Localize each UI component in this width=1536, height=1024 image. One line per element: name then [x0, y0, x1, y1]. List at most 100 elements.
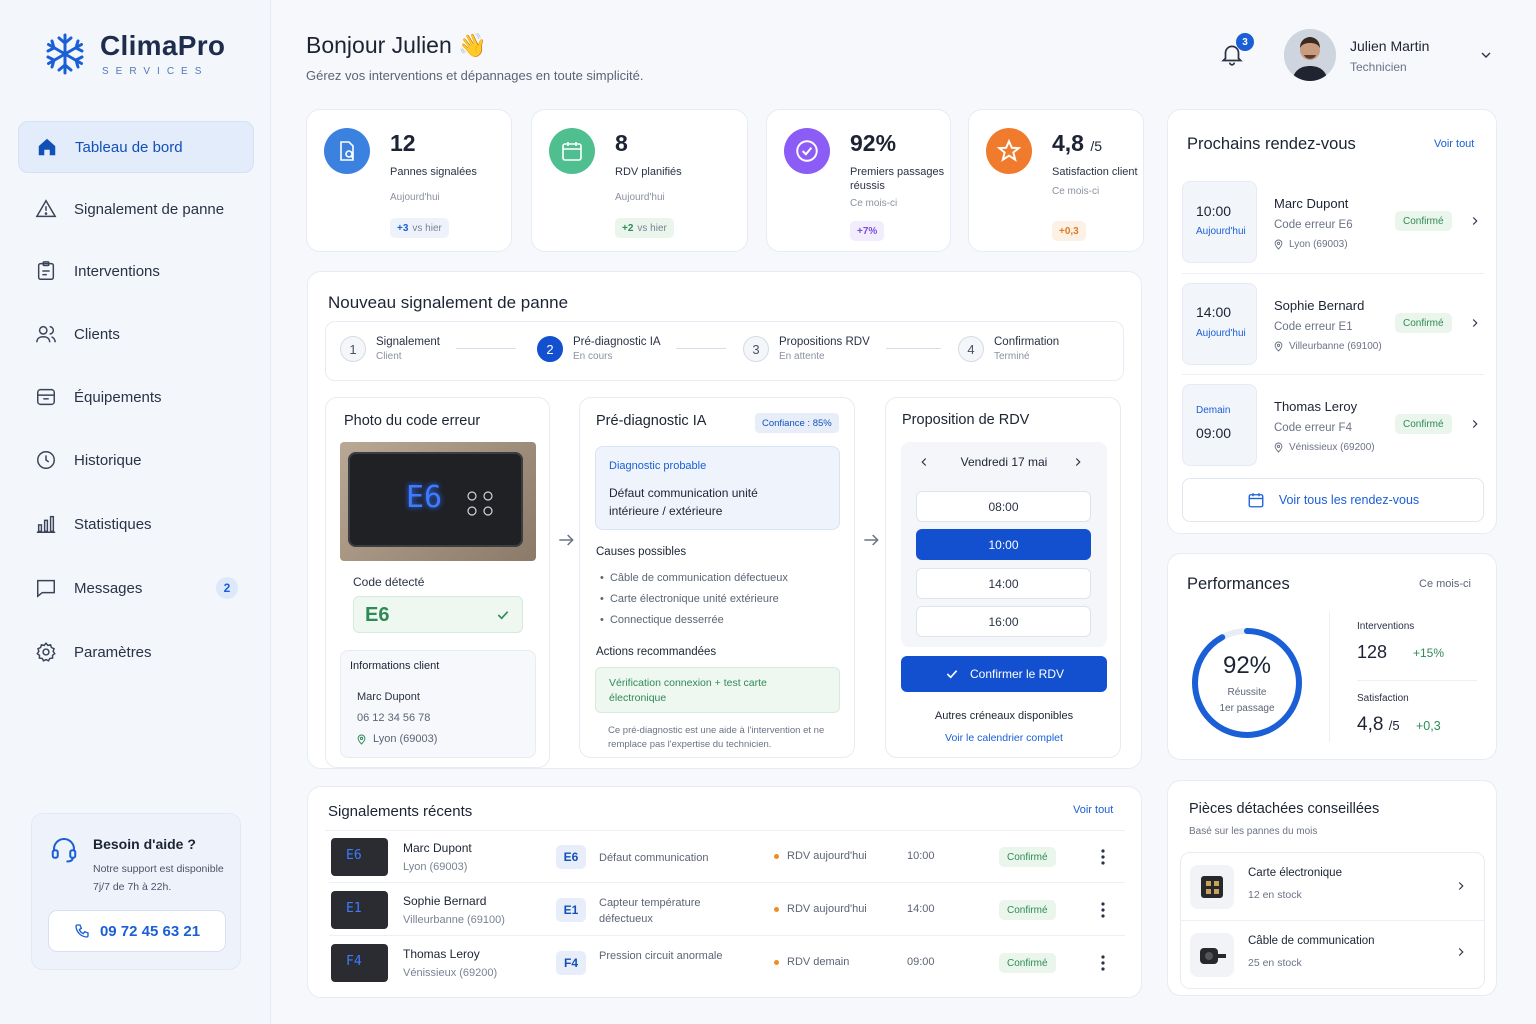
step-status: En attente: [779, 351, 825, 362]
appointment-time-box: Demain 09:00: [1182, 384, 1257, 466]
causes-title: Causes possibles: [596, 546, 687, 558]
divider: [1182, 374, 1484, 375]
sidebar-item-messages[interactable]: Messages 2: [18, 562, 254, 614]
greeting-subtitle: Gérez vos interventions et dépannages en…: [306, 68, 644, 83]
performance-period: Ce mois-ci: [1419, 578, 1471, 590]
upcoming-see-all-link[interactable]: Voir tout: [1434, 138, 1474, 150]
more-options-icon[interactable]: [1095, 900, 1111, 920]
step-2[interactable]: 2 Pré-diagnostic IA En cours: [537, 334, 661, 362]
probable-text: Défaut communication unité intérieure / …: [609, 486, 758, 518]
help-text: Notre support est disponible 7j/7 de 7h …: [93, 863, 224, 893]
error-code-photo[interactable]: E6: [340, 442, 536, 561]
location-pin-icon: [1274, 341, 1283, 352]
part-item[interactable]: Câble de communication 25 en stock: [1182, 921, 1484, 987]
step-4[interactable]: 4 Confirmation Terminé: [958, 334, 1059, 362]
notifications-button[interactable]: 3: [1219, 33, 1254, 67]
ring-value: 92%: [1222, 652, 1272, 679]
support-phone-button[interactable]: 09 72 45 63 21: [48, 910, 226, 952]
appointment-client: Sophie Bernard: [1274, 298, 1365, 313]
chevron-right-icon[interactable]: [1071, 455, 1085, 469]
stat-period: Ce mois-ci: [1052, 186, 1100, 197]
causes-list: • Câble de communication défectueux • Ca…: [600, 568, 788, 631]
phone-icon: [74, 923, 90, 939]
more-options-icon[interactable]: [1095, 847, 1111, 867]
step-3[interactable]: 3 Propositions RDV En attente: [743, 334, 870, 362]
row-client-city: Vénissieux (69200): [403, 967, 498, 979]
table-row[interactable]: F4 Thomas Leroy Vénissieux (69200) F4 Pr…: [329, 937, 1125, 989]
status-badge: Confirmé: [1395, 211, 1452, 231]
row-description: Défaut communication: [599, 852, 709, 864]
panel-buttons-icon: [465, 490, 495, 518]
sidebar-item-statistics[interactable]: Statistiques: [18, 498, 254, 550]
client-phone: 06 12 34 56 78: [357, 712, 431, 724]
appointment-day: Aujourd'hui: [1196, 328, 1246, 339]
appointment-item[interactable]: 14:00 Aujourd'hui Sophie Bernard Code err…: [1182, 283, 1482, 365]
ring-sublabel: 1er passage: [1219, 703, 1275, 714]
chevron-down-icon[interactable]: [1478, 47, 1494, 63]
cable-connector-icon: [1190, 933, 1234, 977]
status-badge: Confirmé: [999, 847, 1056, 867]
sidebar-item-settings[interactable]: Paramètres: [18, 626, 254, 678]
stat-value: 92%: [850, 130, 897, 156]
time-slot[interactable]: 08:00: [916, 491, 1091, 522]
thumb-code: F4: [346, 954, 362, 969]
stat-card-satisfaction: 4,8 /5 Satisfaction client Ce mois-ci +0…: [968, 109, 1144, 252]
table-row[interactable]: E6 Marc Dupont Lyon (69003) E6 Défaut co…: [329, 831, 1125, 883]
confirm-rdv-button[interactable]: Confirmer le RDV: [901, 656, 1107, 692]
part-item[interactable]: Carte électronique 12 en stock: [1182, 853, 1484, 919]
satisfaction-delta: +0,3: [1416, 719, 1441, 733]
time-slot-selected[interactable]: 10:00: [916, 529, 1091, 560]
sidebar-item-interventions[interactable]: Interventions: [18, 245, 254, 297]
circuit-board-icon: [1190, 865, 1234, 909]
avatar[interactable]: [1284, 29, 1336, 81]
status-dot: [774, 959, 779, 965]
time-slot[interactable]: 14:00: [916, 568, 1091, 599]
appointment-item[interactable]: 10:00 Aujourd'hui Marc Dupont Code erreur…: [1182, 181, 1482, 263]
row-time: 10:00: [907, 850, 935, 862]
step-status: Client: [376, 351, 402, 362]
sidebar-item-history[interactable]: Historique: [18, 434, 254, 486]
stat-period: Aujourd'hui: [615, 192, 665, 203]
sidebar-item-equipment[interactable]: Équipements: [18, 371, 254, 423]
all-appointments-button[interactable]: Voir tous les rendez-vous: [1182, 478, 1484, 522]
stat-delta: +0,3: [1052, 221, 1086, 241]
appointment-item[interactable]: Demain 09:00 Thomas Leroy Code erreur F4 …: [1182, 384, 1482, 466]
sidebar-item-dashboard[interactable]: Tableau de bord: [18, 121, 254, 173]
diagnostic-title: Pré-diagnostic IA: [596, 413, 707, 429]
step-1[interactable]: 1 Signalement Client: [340, 334, 440, 362]
detected-code-box: E6: [353, 596, 523, 633]
star-icon: [986, 128, 1032, 174]
stat-value: 12: [390, 130, 416, 156]
stat-label: Premiers passages réussis: [850, 166, 945, 192]
appointment-time: 09:00: [1196, 425, 1232, 441]
recent-reports-panel: Signalements récents Voir tout E6 Marc D…: [307, 786, 1142, 998]
satisfaction-label: Satisfaction: [1357, 693, 1409, 704]
cause-item: • Connectique desserrée: [600, 614, 724, 626]
probable-diagnosis-box: Diagnostic probable Défaut communication…: [595, 446, 840, 530]
photo-panel: Photo du code erreur E6 Code détecté E6 …: [325, 397, 550, 768]
stat-card-faults: 12 Pannes signalées Aujourd'hui +3 vs hie…: [306, 109, 512, 252]
satisfaction-value: 4,8 /5: [1357, 714, 1400, 736]
time-slot[interactable]: 16:00: [916, 606, 1091, 637]
appointment-location: Lyon (69003): [1274, 239, 1348, 250]
row-rdv: RDV demain: [774, 956, 849, 968]
stat-delta-value: +7%: [857, 225, 878, 237]
appointment-location: Villeurbanne (69100): [1274, 341, 1382, 352]
success-ring: [1192, 628, 1302, 738]
status-dot: [774, 853, 779, 859]
full-calendar-link[interactable]: Voir le calendrier complet: [886, 732, 1122, 744]
location-pin-icon: [1274, 239, 1283, 250]
sidebar-item-clients[interactable]: Clients: [18, 308, 254, 360]
probable-label: Diagnostic probable: [609, 460, 707, 472]
table-row[interactable]: E1 Sophie Bernard Villeurbanne (69100) E…: [329, 884, 1125, 936]
divider: [1182, 273, 1484, 274]
sidebar-item-report[interactable]: Signalement de panne: [18, 183, 254, 235]
chevron-right-icon: [1454, 879, 1468, 893]
client-info-title: Informations client: [350, 660, 440, 672]
location-pin-icon: [1274, 442, 1283, 453]
appointment-day: Demain: [1196, 405, 1231, 416]
recent-see-all-link[interactable]: Voir tout: [1073, 804, 1113, 816]
more-options-icon[interactable]: [1095, 953, 1111, 973]
arrow-right-icon: [556, 530, 576, 550]
performance-panel: Performances Ce mois-ci 92% Réussite 1er…: [1167, 553, 1497, 760]
